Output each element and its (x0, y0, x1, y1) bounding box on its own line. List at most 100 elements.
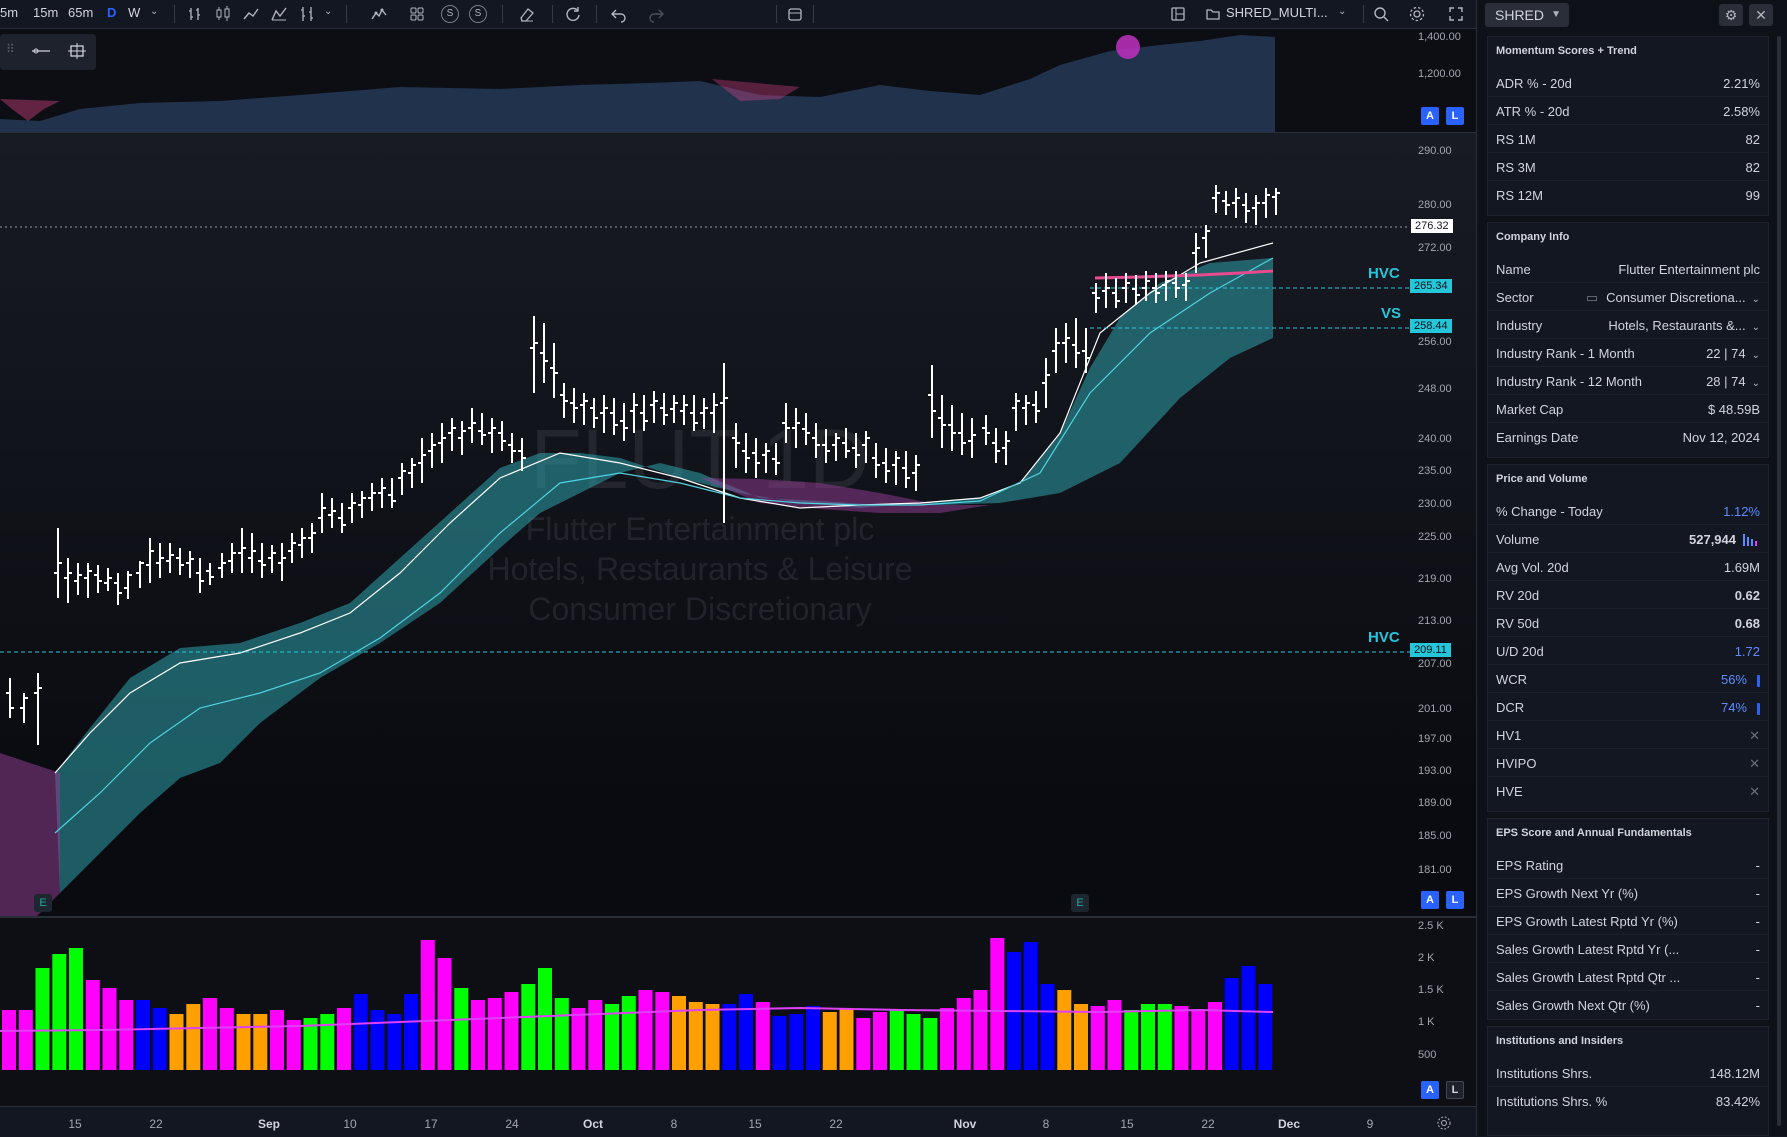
candle-chart-icon[interactable] (214, 5, 232, 23)
quick-search-icon[interactable] (1372, 5, 1390, 23)
ohlc-bar (268, 545, 276, 573)
panel-settings-gear-icon[interactable]: ⚙ (1719, 4, 1743, 26)
volume-bar (1208, 1002, 1222, 1070)
sector-row[interactable]: Sector ▭ Consumer Discretiona... ⌄ (1496, 287, 1760, 309)
row-value: - (1755, 998, 1760, 1013)
industry-rank-1m-row[interactable]: Industry Rank - 1 Month 22 | 74 ⌄ (1496, 343, 1760, 365)
settings-gear-icon[interactable] (1408, 5, 1426, 23)
panel-close-icon[interactable]: ✕ (1749, 4, 1773, 26)
drawing-toolbar-widget[interactable]: ⠿ (0, 34, 96, 70)
data-row: RV 20d 0.62 (1496, 585, 1760, 607)
volume-bar (253, 1014, 268, 1070)
volume-bar (1074, 1004, 1088, 1070)
ohlc-bar (630, 393, 638, 433)
timeframe-5m[interactable]: 5m (0, 5, 18, 20)
main-price-pane[interactable]: FLUT 1D Flutter Entertainment plc Hotels… (0, 133, 1476, 917)
section-title: Price and Volume (1496, 473, 1588, 485)
eraser-icon[interactable] (518, 5, 536, 23)
price-axis-label: 230.00 (1418, 498, 1452, 510)
timeframe-65m[interactable]: 65m (68, 5, 93, 20)
indicator-chart-icon[interactable] (270, 5, 288, 23)
layout-icon[interactable] (1169, 5, 1187, 23)
volume-bar (186, 1004, 201, 1070)
log-scale-button[interactable]: L (1446, 107, 1464, 125)
earnings-badge[interactable]: E (1071, 894, 1089, 912)
log-scale-button[interactable]: L (1446, 891, 1464, 909)
row-divider (1488, 692, 1768, 693)
volume-plot (0, 938, 1274, 1070)
industry-row[interactable]: Industry Hotels, Restaurants &... ⌄ (1496, 315, 1760, 337)
timeframe-w[interactable]: W (128, 5, 140, 20)
templates-grid-icon[interactable] (408, 5, 426, 23)
price-axis-label: 219.00 (1418, 573, 1452, 585)
layout-name[interactable]: SHRED_MULTI... (1226, 5, 1328, 20)
top-axis-label: 1,400.00 (1418, 31, 1461, 43)
ohlc-bar (1112, 278, 1120, 308)
chevron-down-icon: ⌄ (1751, 350, 1760, 361)
volume-bar (856, 1018, 871, 1070)
data-row: ADR % - 20d 2.21% (1496, 73, 1760, 95)
time-axis-settings-icon[interactable] (1436, 1115, 1452, 1136)
time-axis[interactable]: 15 22 Sep 10 17 24 Oct 8 15 22 Nov 8 15 … (0, 1106, 1476, 1137)
chart-type-dropdown-chevron-icon[interactable]: ⌄ (324, 6, 342, 24)
vs-price-tag: 258.44 (1410, 319, 1452, 333)
row-label: Volume (1496, 532, 1540, 547)
ohlc-bar (328, 498, 336, 528)
row-divider (1488, 962, 1768, 963)
compare-bars-icon[interactable] (298, 5, 316, 23)
redo-icon[interactable] (647, 5, 665, 23)
long-position-tool-icon[interactable] (66, 42, 88, 65)
replay-refresh-icon[interactable] (564, 5, 582, 23)
row-label: ATR % - 20d (1496, 104, 1570, 119)
script-s-button-2[interactable]: S (469, 5, 487, 23)
top-indicator-area-blue (0, 35, 1275, 133)
auto-scale-button[interactable]: A (1421, 1081, 1439, 1099)
ohlc-bar (1212, 185, 1220, 213)
cloud-save-icon[interactable] (1204, 5, 1222, 23)
dcr-value: 74% (1720, 700, 1747, 715)
top-indicator-pane[interactable]: 1,400.00 1,200.00 A L (0, 29, 1476, 133)
data-row: Sales Growth Latest Rptd Yr (... - (1496, 939, 1760, 961)
timeframe-15m[interactable]: 15m (33, 5, 58, 20)
row-value: - (1755, 886, 1760, 901)
ohlc-bar (114, 573, 122, 605)
industry-rank-12m-row[interactable]: Industry Rank - 12 Month 28 | 74 ⌄ (1496, 371, 1760, 393)
time-axis-label: 8 (1042, 1117, 1050, 1131)
auto-scale-button[interactable]: A (1421, 107, 1439, 125)
volume-bar (621, 996, 636, 1070)
undo-icon[interactable] (610, 5, 628, 23)
timeframe-dropdown-chevron-icon[interactable]: ⌄ (150, 6, 168, 24)
data-row: RS 1M 82 (1496, 129, 1760, 151)
data-row: Market Cap $ 48.59B (1496, 399, 1760, 421)
ohlc-bar (206, 563, 214, 585)
data-row: HVE ✕ (1496, 781, 1760, 803)
volume-bar (521, 984, 536, 1070)
horizontal-line-tool-icon[interactable] (30, 42, 52, 65)
script-s-button-1[interactable]: S (441, 5, 459, 23)
line-chart-icon[interactable] (242, 5, 260, 23)
row-label: % Change - Today (1496, 504, 1603, 519)
indicators-icon[interactable] (370, 5, 388, 23)
drag-handle-icon[interactable]: ⠿ (6, 42, 15, 56)
top-indicator-area-pink (0, 99, 60, 121)
calendar-icon[interactable] (786, 5, 804, 23)
bar-chart-icon[interactable] (186, 5, 204, 23)
ohlc-bar (6, 678, 14, 718)
symbol-selector[interactable]: SHRED ▼ (1485, 3, 1569, 27)
ohlc-bar (358, 491, 366, 518)
panel-scrollbar[interactable] (1777, 36, 1781, 1126)
auto-scale-button[interactable]: A (1421, 891, 1439, 909)
layout-dropdown-chevron-icon[interactable]: ⌄ (1338, 6, 1356, 24)
timeframe-d[interactable]: D (107, 5, 116, 20)
toolbar-divider (174, 5, 175, 23)
fullscreen-icon[interactable] (1447, 5, 1465, 23)
log-scale-button[interactable]: L (1446, 1081, 1464, 1099)
ohlc-bar (732, 423, 740, 468)
volume-pane[interactable]: 2.5 K 2 K 1.5 K 1 K 500 A L (0, 918, 1476, 1106)
ohlc-bar (842, 428, 850, 458)
row-value: - (1755, 970, 1760, 985)
ohlc-bar (690, 395, 698, 431)
volume-bar (219, 1008, 234, 1070)
data-row: Sales Growth Latest Rptd Qtr ... - (1496, 967, 1760, 989)
earnings-badge[interactable]: E (34, 894, 52, 912)
